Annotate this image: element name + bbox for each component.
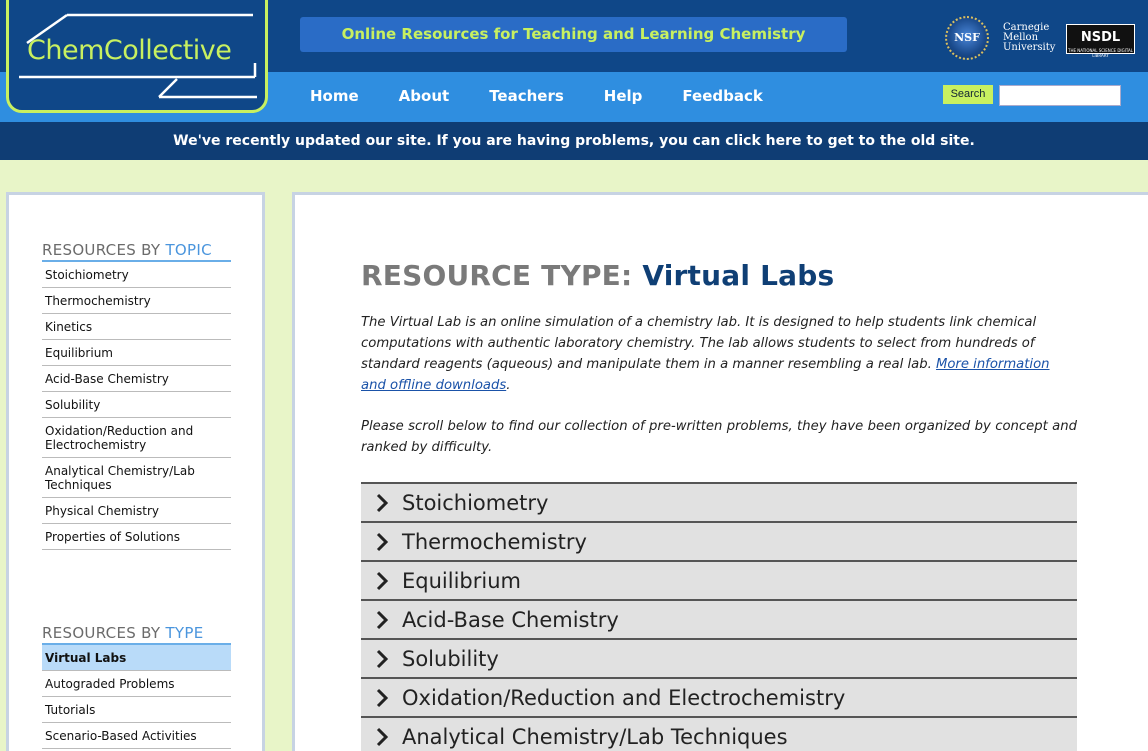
sidebar-topic-solubility[interactable]: Solubility (42, 392, 231, 418)
accordion-label: Acid-Base Chemistry (402, 607, 619, 632)
accordion-redox[interactable]: Oxidation/Reduction and Electrochemistry (361, 677, 1077, 716)
sidebar-topic-acid-base[interactable]: Acid-Base Chemistry (42, 366, 231, 392)
sidebar-topic-stoichiometry[interactable]: Stoichiometry (42, 262, 231, 288)
nav-home[interactable]: Home (290, 72, 379, 122)
topic-heading-prefix: RESOURCES BY (42, 241, 161, 259)
page-title-value: Virtual Labs (642, 259, 835, 292)
nav-about[interactable]: About (379, 72, 470, 122)
site-notice[interactable]: We've recently updated our site. If you … (0, 122, 1148, 160)
cmu-line-3: University (1003, 42, 1056, 53)
sidebar: RESOURCES BY TOPIC Stoichiometry Thermoc… (6, 192, 265, 751)
topic-section: RESOURCES BY TOPIC Stoichiometry Thermoc… (42, 241, 231, 550)
sidebar-type-scenario[interactable]: Scenario-Based Activities (42, 723, 231, 749)
sidebar-topic-physical[interactable]: Physical Chemistry (42, 498, 231, 524)
intro-paragraph: The Virtual Lab is an online simulation … (361, 312, 1077, 396)
accordion-thermochemistry[interactable]: Thermochemistry (361, 521, 1077, 560)
type-heading: RESOURCES BY TYPE (42, 624, 231, 645)
nav-teachers[interactable]: Teachers (469, 72, 584, 122)
accordion-label: Solubility (402, 646, 499, 671)
chevron-right-icon (361, 562, 402, 599)
nsf-logo[interactable]: NSF (945, 16, 989, 60)
accordion-label: Analytical Chemistry/Lab Techniques (402, 724, 788, 749)
chevron-right-icon (361, 679, 402, 716)
search-button[interactable]: Search (943, 85, 993, 104)
page-title-prefix: RESOURCE TYPE: (361, 259, 633, 292)
sidebar-topic-redox[interactable]: Oxidation/Reduction and Electrochemistry (42, 418, 231, 458)
accordion-label: Oxidation/Reduction and Electrochemistry (402, 685, 846, 710)
accordion-label: Equilibrium (402, 568, 521, 593)
sidebar-topic-equilibrium[interactable]: Equilibrium (42, 340, 231, 366)
page-title: RESOURCE TYPE: Virtual Labs (361, 259, 834, 292)
sidebar-topic-thermochemistry[interactable]: Thermochemistry (42, 288, 231, 314)
scroll-instructions: Please scroll below to find our collecti… (361, 419, 1077, 455)
topic-heading: RESOURCES BY TOPIC (42, 241, 231, 262)
nsdl-subtext: THE NATIONAL SCIENCE DIGITAL LIBRARY (1068, 48, 1133, 58)
chevron-right-icon (361, 601, 402, 638)
chemcollective-logo[interactable]: ChemCollective (6, 0, 268, 113)
search-input[interactable] (999, 85, 1121, 106)
main-nav: Home About Teachers Help Feedback (290, 72, 783, 122)
accordion-solubility[interactable]: Solubility (361, 638, 1077, 677)
main-content: RESOURCE TYPE: Virtual Labs The Virtual … (292, 192, 1148, 751)
site-tagline: Online Resources for Teaching and Learni… (300, 17, 847, 52)
accordion-label: Thermochemistry (402, 529, 587, 554)
sidebar-topic-kinetics[interactable]: Kinetics (42, 314, 231, 340)
intro-text: The Virtual Lab is an online simulation … (361, 315, 1037, 372)
nav-help[interactable]: Help (584, 72, 663, 122)
chevron-right-icon (361, 523, 402, 560)
nsdl-logo[interactable]: NSDL THE NATIONAL SCIENCE DIGITAL LIBRAR… (1066, 24, 1135, 58)
type-heading-prefix: RESOURCES BY (42, 624, 161, 642)
accordion-stoichiometry[interactable]: Stoichiometry (361, 482, 1077, 521)
type-heading-accent: TYPE (165, 624, 204, 642)
accordion-analytical[interactable]: Analytical Chemistry/Lab Techniques (361, 716, 1077, 751)
topic-heading-accent: TOPIC (165, 241, 212, 259)
nsdl-text: NSDL (1080, 30, 1121, 45)
category-accordion: Stoichiometry Thermochemistry Equilibriu… (361, 482, 1077, 751)
sidebar-type-autograded[interactable]: Autograded Problems (42, 671, 231, 697)
logo-text: ChemCollective (27, 35, 232, 66)
accordion-label: Stoichiometry (402, 490, 549, 515)
sidebar-type-virtual-labs[interactable]: Virtual Labs (42, 645, 231, 671)
accordion-acid-base[interactable]: Acid-Base Chemistry (361, 599, 1077, 638)
sidebar-topic-analytical[interactable]: Analytical Chemistry/Lab Techniques (42, 458, 231, 498)
intro-end: . (506, 378, 511, 393)
sidebar-topic-solutions[interactable]: Properties of Solutions (42, 524, 231, 550)
cmu-logo[interactable]: Carnegie Mellon University (1003, 23, 1059, 53)
sidebar-type-tutorials[interactable]: Tutorials (42, 697, 231, 723)
chevron-right-icon (361, 640, 402, 677)
accordion-equilibrium[interactable]: Equilibrium (361, 560, 1077, 599)
nav-feedback[interactable]: Feedback (662, 72, 782, 122)
chevron-right-icon (361, 718, 402, 751)
type-section: RESOURCES BY TYPE Virtual Labs Autograde… (42, 624, 231, 749)
chevron-right-icon (361, 484, 402, 521)
